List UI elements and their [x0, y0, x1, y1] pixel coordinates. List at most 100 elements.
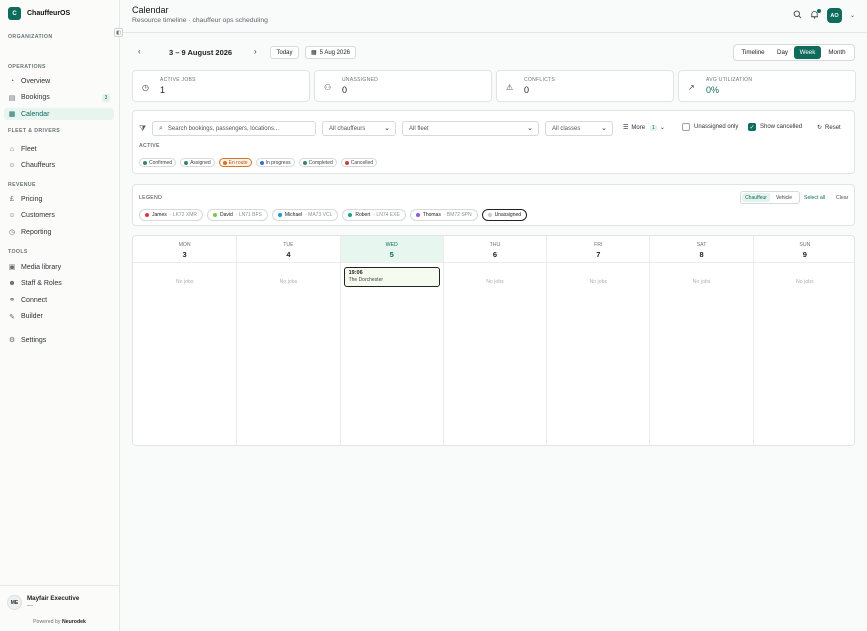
clear-link[interactable]: Clear — [836, 195, 848, 201]
sidebar: C ChauffeurOS ORGANIZATION OPERATIONS ◔ Ov… — [0, 0, 120, 631]
collapse-sidebar-button[interactable]: ◧ — [114, 28, 123, 37]
status-chip[interactable]: Assigned — [180, 158, 215, 167]
status-dot — [259, 160, 264, 165]
view-month-button[interactable]: Month — [822, 46, 852, 59]
class-select[interactable]: All classes ⌄ — [545, 121, 613, 136]
date-picker-button[interactable]: ▦ 5 Aug 2026 — [305, 46, 356, 59]
day-column[interactable]: SUN 9 No jobs — [752, 236, 854, 445]
user-avatar[interactable]: AO — [826, 8, 842, 23]
sidebar-item-chauffeurs[interactable]: ☺ Chauffeurs — [4, 160, 114, 172]
stat-value: 1 — [160, 85, 166, 95]
status-chip[interactable]: Completed — [298, 158, 337, 167]
more-filters-button[interactable]: ☰ More 1 ⌄ — [623, 124, 665, 131]
legend-chip[interactable]: David · LN71 BFS — [206, 209, 268, 221]
fleet-select-value: All fleet — [409, 125, 429, 132]
sidebar-item-media-library[interactable]: ▣ Media library — [4, 261, 114, 273]
day-number: 3 — [182, 250, 187, 259]
view-timeline-button[interactable]: Timeline — [735, 46, 771, 59]
header-actions: AO ⌄ — [793, 8, 855, 23]
org-selector[interactable] — [8, 44, 88, 50]
day-body — [340, 263, 443, 445]
day-header: SUN 9 — [753, 236, 854, 263]
chauffeur-name: James — [152, 212, 167, 218]
day-name: SAT — [696, 242, 707, 248]
status-chip[interactable]: In progress — [255, 158, 295, 167]
section-label: TOOLS — [8, 249, 28, 255]
day-name: WED — [385, 242, 398, 248]
unassigned-only-checkbox[interactable] — [682, 123, 690, 131]
legend-panel: LEGEND Chauffeur Vehicle Select all Clear… — [132, 184, 855, 226]
sidebar-item-customers[interactable]: ☺ Customers — [4, 210, 114, 222]
legend-chip[interactable]: James · LK72 XMR — [139, 209, 203, 221]
account-footer[interactable]: ME Mayfair Executive — Powered by Neurod… — [0, 585, 119, 631]
next-week-button[interactable]: › — [254, 47, 257, 56]
unassigned-only-toggle[interactable]: Unassigned only — [682, 123, 738, 131]
sidebar-item-connect[interactable]: ⚭ Connect — [4, 294, 114, 306]
legend-chip[interactable]: Unassigned — [481, 209, 528, 221]
search-input[interactable]: ⌕ Search bookings, passengers, locations… — [152, 121, 316, 136]
sidebar-item-reporting[interactable]: ◷ Reporting — [4, 226, 114, 238]
sidebar-item-label: Customers — [21, 212, 55, 219]
day-column[interactable]: MON 3 No jobs — [133, 236, 237, 445]
reset-button[interactable]: ↻ Reset — [817, 124, 841, 132]
day-number: 4 — [286, 250, 291, 259]
sidebar-item-label: Reporting — [21, 228, 52, 236]
sidebar-item-overview[interactable]: ◔ Overview — [4, 75, 114, 87]
sidebar-item-label: Pricing — [21, 195, 43, 203]
vehicle-plate: · LK72 XMR — [169, 212, 197, 218]
legend-chip[interactable]: Thomas · BM72 SPN — [409, 209, 478, 221]
legend-chip[interactable]: Robert · LN74 EXE — [342, 209, 406, 221]
day-column[interactable]: THU 6 No jobs — [442, 236, 547, 445]
day-column[interactable]: FRI 7 No jobs — [546, 236, 650, 445]
chauffeur-color-dot — [348, 213, 353, 217]
sidebar-item-label: Chauffeurs — [21, 162, 56, 169]
view-week-button[interactable]: Week — [794, 46, 821, 59]
fleet-select[interactable]: All fleet ⌄ — [402, 121, 539, 136]
sidebar-item-settings[interactable]: ⚙ Settings — [4, 334, 114, 346]
chevron-down-icon: ⌄ — [659, 125, 665, 131]
prev-week-button[interactable]: ‹ — [138, 47, 141, 56]
chauffeur-select[interactable]: All chauffeurs ⌄ — [322, 121, 396, 136]
page-subtitle: Resource timeline · chauffeur ops schedu… — [132, 17, 268, 24]
search-icon[interactable] — [793, 10, 802, 21]
status-chip[interactable]: Cancelled — [340, 158, 378, 167]
powered-prefix: Powered by — [33, 619, 61, 625]
day-number: 7 — [596, 250, 601, 259]
sidebar-item-label: Settings — [21, 336, 47, 344]
team-icon: ☻ — [8, 280, 16, 287]
show-cancelled-toggle[interactable]: ✓ Show cancelled — [748, 123, 802, 131]
today-button[interactable]: Today — [270, 46, 299, 59]
brand-logo: C — [8, 7, 21, 20]
sidebar-item-staff-roles[interactable]: ☻ Staff & Roles — [4, 278, 114, 290]
class-select-value: All classes — [552, 125, 581, 132]
day-column[interactable]: TUE 4 No jobs — [236, 236, 340, 445]
status-chip[interactable]: En route — [218, 158, 252, 167]
vehicle-plate: · LN71 BFS — [235, 212, 262, 218]
sidebar-item-fleet[interactable]: ⌂ Fleet — [4, 143, 114, 155]
legend-chip[interactable]: Michael · MA73 VCL — [271, 209, 339, 221]
day-body — [753, 263, 854, 445]
sidebar-item-builder[interactable]: ✎ Builder — [4, 311, 114, 323]
search-icon: ⌕ — [159, 124, 163, 132]
legend-mode-chauffeur[interactable]: Chauffeur — [742, 193, 770, 202]
sidebar-item-bookings[interactable]: ▤ Bookings 3 — [4, 92, 114, 104]
status-chip-label: Cancelled — [350, 159, 374, 166]
day-column[interactable]: WED 5 19:06 The Dorchester — [339, 236, 443, 445]
sidebar-item-pricing[interactable]: £ Pricing — [4, 193, 114, 205]
section-label: FLEET & DRIVERS — [8, 128, 61, 134]
brand[interactable]: C ChauffeurOS — [8, 7, 70, 20]
select-all-link[interactable]: Select all — [804, 195, 825, 201]
day-body — [133, 263, 237, 445]
view-day-button[interactable]: Day — [772, 46, 793, 59]
job-card[interactable]: 19:06 The Dorchester — [343, 267, 440, 287]
day-column[interactable]: SAT 8 No jobs — [649, 236, 753, 445]
chevron-down-icon[interactable]: ⌄ — [850, 12, 855, 19]
sidebar-item-calendar[interactable]: ▦ Calendar — [4, 108, 114, 120]
clock-icon: ◷ — [142, 83, 149, 92]
pound-icon: £ — [10, 195, 14, 203]
legend-mode-vehicle[interactable]: Vehicle — [770, 193, 798, 202]
section-label: OPERATIONS — [8, 64, 46, 70]
status-chip[interactable]: Confirmed — [139, 158, 177, 167]
show-cancelled-checkbox[interactable]: ✓ — [748, 123, 756, 131]
bell-icon[interactable] — [810, 9, 821, 21]
